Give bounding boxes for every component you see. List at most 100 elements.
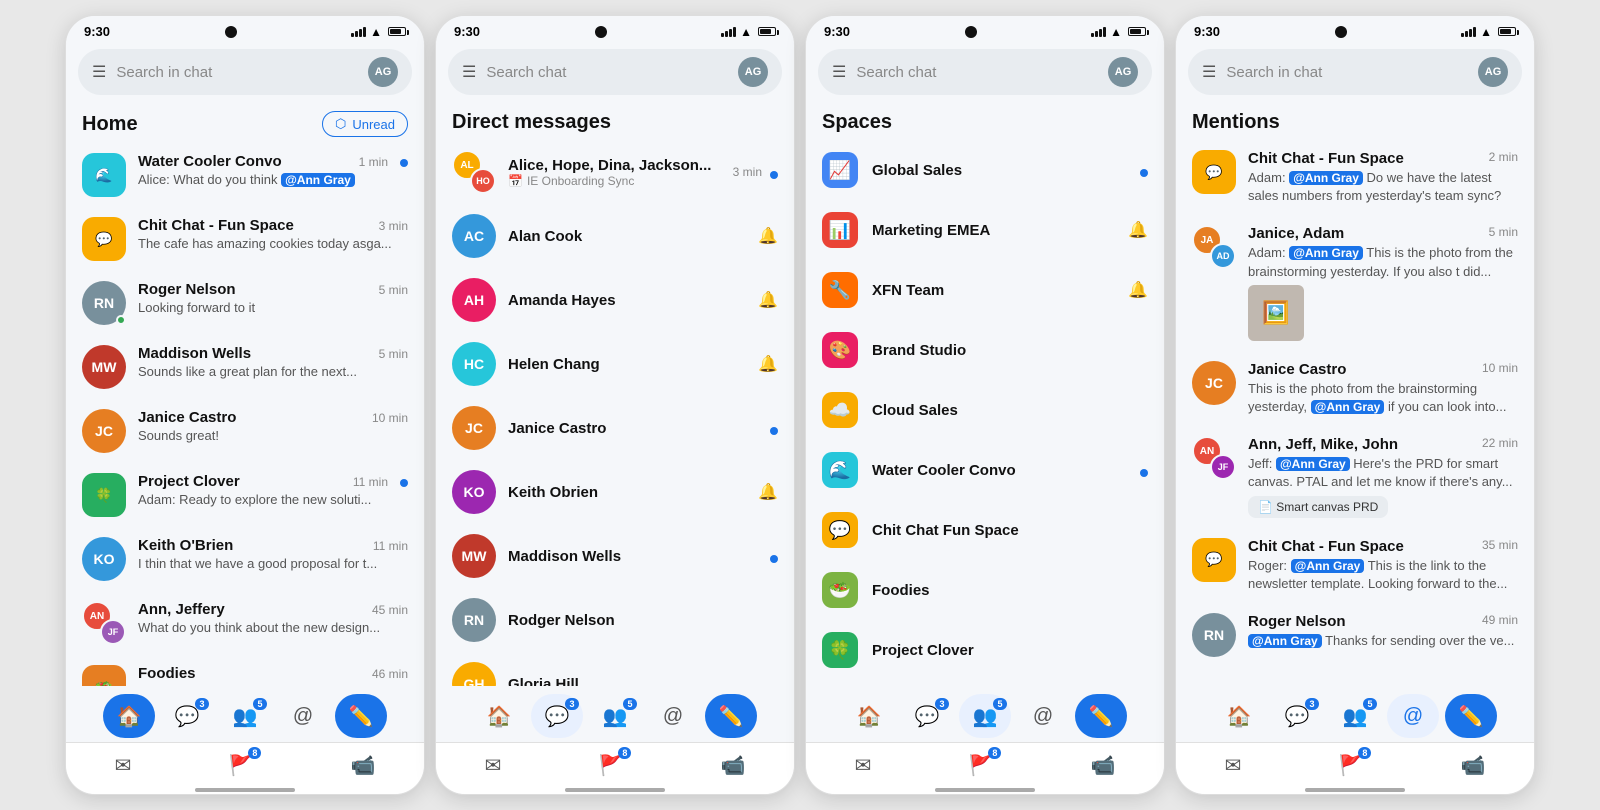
- chat-item[interactable]: 💬 Chit Chat - Fun Space 3 min The cafe h…: [66, 207, 424, 271]
- dm-item[interactable]: RN Rodger Nelson: [436, 588, 794, 652]
- chat-item[interactable]: AN JF Ann, Jeffery 45 min What do you th…: [66, 591, 424, 655]
- space-item[interactable]: 🥗 Foodies: [806, 560, 1164, 620]
- bottom-tab-0[interactable]: ✉: [475, 749, 512, 782]
- content-area[interactable]: 🌊 Water Cooler Convo 1 min Alice: What d…: [66, 143, 424, 686]
- bottom-tab-1[interactable]: 🚩8: [958, 749, 1003, 782]
- dm-item[interactable]: GH Gloria Hill: [436, 652, 794, 686]
- nav-pill-1[interactable]: 💬3: [161, 694, 213, 738]
- chat-item[interactable]: RN Roger Nelson 5 min Looking forward to…: [66, 271, 424, 335]
- bottom-tab-2[interactable]: 📹: [1081, 749, 1126, 782]
- nav-pill-1[interactable]: 💬3: [901, 694, 953, 738]
- bottom-tab-2[interactable]: 📹: [341, 749, 386, 782]
- hamburger-icon[interactable]: ☰: [832, 62, 846, 82]
- bell-icon[interactable]: 🔔: [1128, 280, 1148, 300]
- bottom-tab-0[interactable]: ✉: [105, 749, 142, 782]
- space-item[interactable]: ☁️ Cloud Sales: [806, 380, 1164, 440]
- space-item[interactable]: 💬 Chit Chat Fun Space: [806, 500, 1164, 560]
- bell-icon[interactable]: 🔔: [758, 226, 778, 246]
- file-chip[interactable]: 📄 Smart canvas PRD: [1248, 496, 1388, 518]
- search-input[interactable]: Search in chat: [1226, 64, 1468, 81]
- search-bar[interactable]: ☰ Search in chat AG: [1188, 49, 1522, 95]
- chat-item[interactable]: 🌊 Water Cooler Convo 1 min Alice: What d…: [66, 143, 424, 207]
- bottom-tab-2[interactable]: 📹: [711, 749, 756, 782]
- content-area[interactable]: AL HO Alice, Hope, Dina, Jackson... 📅IE …: [436, 140, 794, 686]
- nav-pill-3[interactable]: @: [1017, 694, 1069, 738]
- bell-icon[interactable]: 🔔: [1128, 220, 1148, 240]
- dm-item[interactable]: KO Keith Obrien 🔔: [436, 460, 794, 524]
- mention-text: Adam: @Ann Gray This is the photo from t…: [1248, 244, 1518, 280]
- mention-item[interactable]: RN Roger Nelson 49 min @Ann Gray Thanks …: [1176, 603, 1534, 667]
- dm-item[interactable]: AH Amanda Hayes 🔔: [436, 268, 794, 332]
- nav-pill-2[interactable]: 👥5: [219, 694, 271, 738]
- space-item[interactable]: 🎨 Brand Studio: [806, 320, 1164, 380]
- hamburger-icon[interactable]: ☰: [462, 62, 476, 82]
- dm-item[interactable]: HC Helen Chang 🔔: [436, 332, 794, 396]
- bottom-tab-2[interactable]: 📹: [1451, 749, 1496, 782]
- nav-pill-3[interactable]: @: [647, 694, 699, 738]
- dm-item[interactable]: AL HO Alice, Hope, Dina, Jackson... 📅IE …: [436, 140, 794, 204]
- bell-icon[interactable]: 🔔: [758, 290, 778, 310]
- search-input[interactable]: Search in chat: [116, 64, 358, 81]
- user-avatar[interactable]: AG: [1108, 57, 1138, 87]
- nav-pill-2[interactable]: 👥5: [1329, 694, 1381, 738]
- nav-pill-0[interactable]: 🏠: [1213, 694, 1265, 738]
- nav-pill-3[interactable]: @: [1387, 694, 1439, 738]
- search-input[interactable]: Search chat: [486, 64, 728, 81]
- hamburger-icon[interactable]: ☰: [92, 62, 106, 82]
- bottom-tab-badge: 8: [988, 747, 1001, 759]
- nav-pill-4[interactable]: ✏️: [1445, 694, 1497, 738]
- bell-icon[interactable]: 🔔: [758, 482, 778, 502]
- space-item[interactable]: 🍀 Project Clover: [806, 620, 1164, 680]
- mention-item[interactable]: 💬 Chit Chat - Fun Space 35 min Roger: @A…: [1176, 528, 1534, 603]
- content-area[interactable]: 📈 Global Sales 📊 Marketing EMEA 🔔 🔧 XFN …: [806, 140, 1164, 686]
- bottom-tab-1[interactable]: 🚩8: [588, 749, 633, 782]
- unread-button[interactable]: ⬡ Unread: [322, 111, 408, 137]
- dm-item[interactable]: MW Maddison Wells: [436, 524, 794, 588]
- nav-pill-2[interactable]: 👥5: [589, 694, 641, 738]
- dm-name-row: Rodger Nelson: [508, 612, 766, 629]
- bell-icon[interactable]: 🔔: [758, 354, 778, 374]
- mention-item[interactable]: JC Janice Castro 10 min This is the phot…: [1176, 351, 1534, 426]
- content-area[interactable]: 💬 Chit Chat - Fun Space 2 min Adam: @Ann…: [1176, 140, 1534, 686]
- user-avatar[interactable]: AG: [1478, 57, 1508, 87]
- nav-pill-4[interactable]: ✏️: [705, 694, 757, 738]
- bottom-tab-0[interactable]: ✉: [845, 749, 882, 782]
- bottom-tab-1[interactable]: 🚩8: [218, 749, 263, 782]
- home-indicator: [1305, 788, 1405, 792]
- nav-pill-0[interactable]: 🏠: [103, 694, 155, 738]
- search-bar[interactable]: ☰ Search in chat AG: [78, 49, 412, 95]
- chat-item[interactable]: 🥗 Foodies 46 min Cloud Sales: [66, 655, 424, 686]
- chat-item[interactable]: JC Janice Castro 10 min Sounds great!: [66, 399, 424, 463]
- space-item[interactable]: 📊 Marketing EMEA 🔔: [806, 200, 1164, 260]
- dm-item[interactable]: AC Alan Cook 🔔: [436, 204, 794, 268]
- nav-pill-2[interactable]: 👥5: [959, 694, 1011, 738]
- nav-pill-1[interactable]: 💬3: [531, 694, 583, 738]
- nav-pill-4[interactable]: ✏️: [335, 694, 387, 738]
- space-item[interactable]: 📈 Global Sales: [806, 140, 1164, 200]
- chat-item[interactable]: MW Maddison Wells 5 min Sounds like a gr…: [66, 335, 424, 399]
- nav-pill-0[interactable]: 🏠: [473, 694, 525, 738]
- search-bar[interactable]: ☰ Search chat AG: [818, 49, 1152, 95]
- nav-pill-4[interactable]: ✏️: [1075, 694, 1127, 738]
- bottom-tab-1[interactable]: 🚩8: [1328, 749, 1373, 782]
- search-bar[interactable]: ☰ Search chat AG: [448, 49, 782, 95]
- mention-item[interactable]: JA AD Janice, Adam 5 min Adam: @Ann Gray…: [1176, 215, 1534, 350]
- dm-item[interactable]: JC Janice Castro: [436, 396, 794, 460]
- space-item[interactable]: 🔧 XFN Team 🔔: [806, 260, 1164, 320]
- chat-item[interactable]: KO Keith O'Brien 11 min I thin that we h…: [66, 527, 424, 591]
- search-input[interactable]: Search chat: [856, 64, 1098, 81]
- nav-pill-1[interactable]: 💬3: [1271, 694, 1323, 738]
- mention-text: This is the photo from the brainstorming…: [1248, 380, 1518, 416]
- user-avatar[interactable]: AG: [368, 57, 398, 87]
- chat-item[interactable]: 🍀 Project Clover 11 min Adam: Ready to e…: [66, 463, 424, 527]
- space-item[interactable]: 🌊 Water Cooler Convo: [806, 440, 1164, 500]
- chat-preview-row: What do you think about the new design..…: [138, 620, 408, 635]
- notch: [225, 26, 237, 38]
- mention-item[interactable]: 💬 Chit Chat - Fun Space 2 min Adam: @Ann…: [1176, 140, 1534, 215]
- hamburger-icon[interactable]: ☰: [1202, 62, 1216, 82]
- nav-pill-0[interactable]: 🏠: [843, 694, 895, 738]
- bottom-tab-0[interactable]: ✉: [1215, 749, 1252, 782]
- nav-pill-3[interactable]: @: [277, 694, 329, 738]
- user-avatar[interactable]: AG: [738, 57, 768, 87]
- mention-item[interactable]: AN JF Ann, Jeff, Mike, John 22 min Jeff:…: [1176, 426, 1534, 527]
